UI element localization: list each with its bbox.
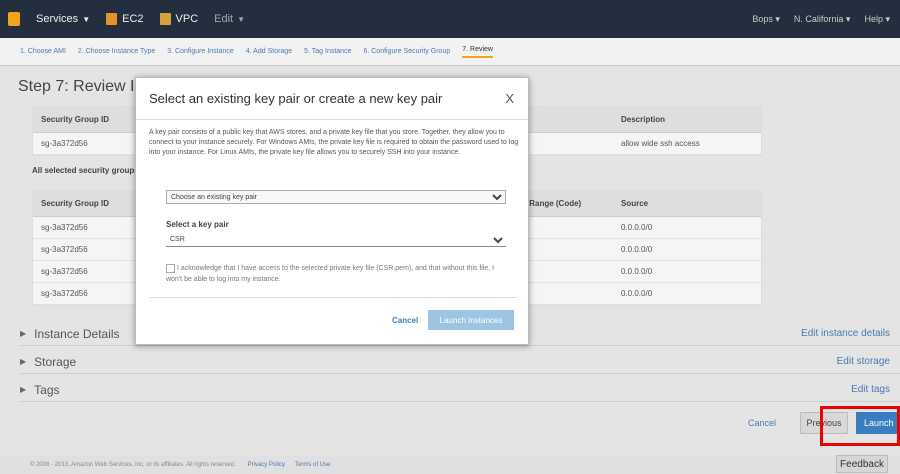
key-pair-option-select[interactable]: Choose an existing key pair bbox=[166, 190, 506, 204]
vpc-icon bbox=[159, 13, 171, 25]
aws-logo-icon[interactable] bbox=[8, 12, 20, 26]
key-pair-select[interactable]: CSR bbox=[166, 233, 506, 247]
table-cell: 0.0.0.0/0 bbox=[621, 245, 653, 254]
section-label: Storage bbox=[34, 354, 77, 369]
help-menu[interactable]: Help ▾ bbox=[864, 14, 890, 25]
chevron-down-icon: ▼ bbox=[82, 14, 91, 24]
vpc-label: VPC bbox=[175, 13, 199, 25]
ec2-label: EC2 bbox=[122, 13, 144, 25]
expand-arrow-icon: ▶ bbox=[20, 329, 27, 338]
dialog-cancel-button[interactable]: Cancel bbox=[392, 316, 418, 325]
ec2-icon bbox=[106, 13, 118, 25]
highlight-annotation bbox=[820, 406, 900, 446]
section-label: Tags bbox=[34, 382, 60, 397]
edit-instance-details-link[interactable]: Edit instance details bbox=[801, 328, 890, 339]
launch-instances-button[interactable]: Launch Instances bbox=[428, 310, 514, 330]
table-cell: allow wide ssh access bbox=[621, 139, 700, 148]
cancel-link[interactable]: Cancel bbox=[748, 418, 776, 428]
account-menus: Bops ▾ N. California ▾ Help ▾ bbox=[752, 14, 890, 25]
feedback-button[interactable]: Feedback bbox=[836, 455, 888, 473]
region-label: N. California bbox=[793, 13, 844, 24]
edit-storage-link[interactable]: Edit storage bbox=[837, 356, 890, 367]
wizard-steps: 1. Choose AMI 2. Choose Instance Type 3.… bbox=[0, 38, 900, 66]
wizard-step-3[interactable]: 3. Configure Instance bbox=[167, 48, 234, 55]
select-key-pair-label: Select a key pair bbox=[166, 220, 229, 229]
vpc-shortcut[interactable]: VPC bbox=[159, 13, 199, 25]
top-navigation-bar: Services ▼ EC2 VPC Edit ▼ Bops ▾ N. Califo… bbox=[0, 0, 900, 38]
section-label: Instance Details bbox=[34, 326, 120, 341]
copyright-text: © 2008 - 2013, Amazon Web Services, Inc.… bbox=[30, 462, 236, 468]
table-cell: 0.0.0.0/0 bbox=[621, 267, 653, 276]
column-header: Description bbox=[621, 115, 666, 124]
dialog-title: Select an existing key pair or create a … bbox=[149, 91, 443, 106]
wizard-step-7[interactable]: 7. Review bbox=[462, 46, 493, 58]
dialog-description: A key pair consists of a public key that… bbox=[149, 129, 519, 156]
footer-links: Privacy Policy Terms of Use bbox=[248, 462, 331, 468]
table-cell: 0.0.0.0/0 bbox=[621, 289, 653, 298]
section-storage[interactable]: ▶ Storage Edit storage bbox=[20, 350, 900, 374]
edit-menu[interactable]: Edit ▼ bbox=[214, 13, 245, 25]
privacy-policy-link[interactable]: Privacy Policy bbox=[248, 462, 285, 468]
acknowledge-text: I acknowledge that I have access to the … bbox=[166, 265, 495, 283]
help-label: Help bbox=[864, 13, 883, 24]
table-cell: 0.0.0.0/0 bbox=[621, 223, 653, 232]
page-footer: © 2008 - 2013, Amazon Web Services, Inc.… bbox=[0, 456, 900, 474]
wizard-step-1[interactable]: 1. Choose AMI bbox=[20, 48, 66, 55]
wizard-step-2[interactable]: 2. Choose Instance Type bbox=[78, 48, 155, 55]
user-menu[interactable]: Bops ▾ bbox=[752, 14, 780, 25]
edit-label: Edit bbox=[214, 13, 234, 25]
acknowledge-row: I acknowledge that I have access to the … bbox=[166, 263, 506, 285]
user-label: Bops bbox=[752, 13, 773, 24]
services-label: Services bbox=[36, 13, 79, 25]
close-icon[interactable]: X bbox=[505, 91, 514, 106]
key-pair-dialog: Select an existing key pair or create a … bbox=[135, 77, 529, 345]
region-menu[interactable]: N. California ▾ bbox=[794, 14, 851, 25]
terms-of-use-link[interactable]: Terms of Use bbox=[295, 462, 330, 468]
section-tags[interactable]: ▶ Tags Edit tags bbox=[20, 378, 900, 402]
wizard-step-4[interactable]: 4. Add Storage bbox=[246, 48, 292, 55]
dialog-divider bbox=[149, 297, 517, 298]
chevron-down-icon: ▼ bbox=[237, 15, 246, 24]
acknowledge-checkbox[interactable] bbox=[166, 263, 175, 273]
edit-tags-link[interactable]: Edit tags bbox=[851, 384, 890, 395]
expand-arrow-icon: ▶ bbox=[20, 385, 27, 394]
wizard-step-6[interactable]: 6. Configure Security Group bbox=[363, 48, 450, 55]
dialog-header: Select an existing key pair or create a … bbox=[136, 78, 528, 120]
expand-arrow-icon: ▶ bbox=[20, 357, 27, 366]
ec2-shortcut[interactable]: EC2 bbox=[106, 13, 144, 25]
services-menu[interactable]: Services ▼ bbox=[36, 13, 90, 25]
column-header: Source bbox=[621, 199, 649, 208]
wizard-step-5[interactable]: 5. Tag Instance bbox=[304, 48, 351, 55]
